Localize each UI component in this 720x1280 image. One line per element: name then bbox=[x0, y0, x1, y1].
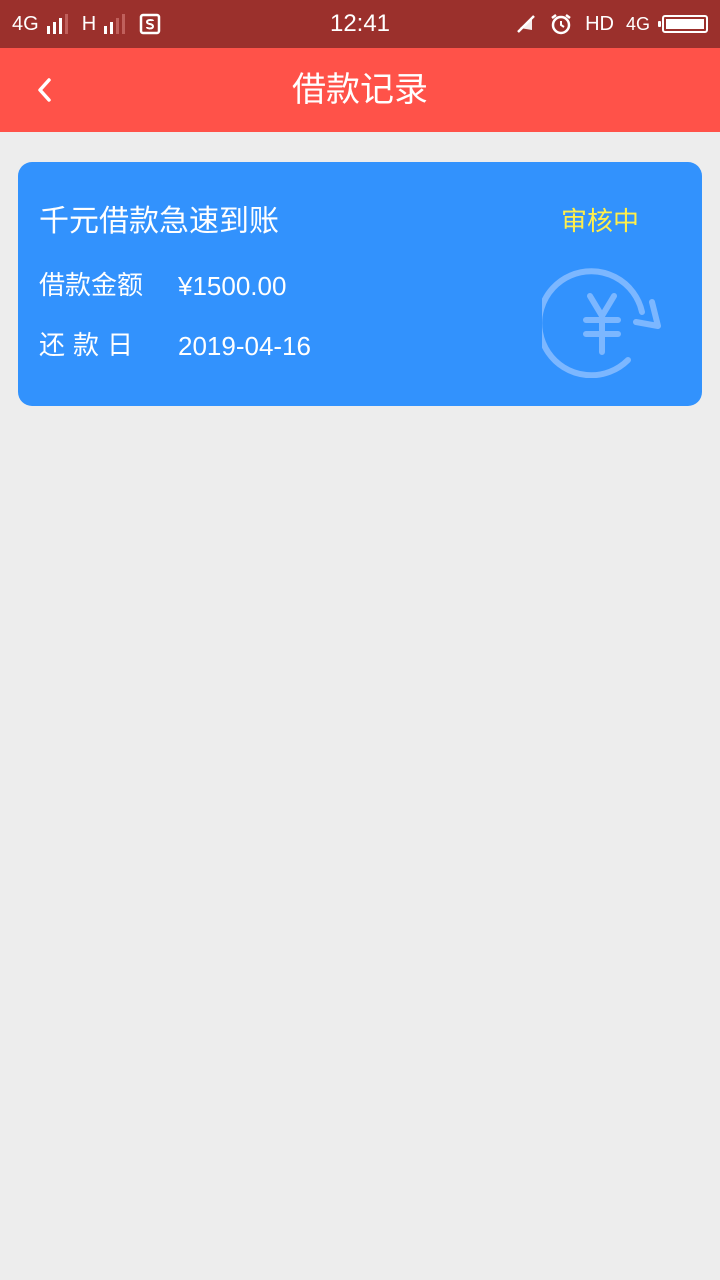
signal-icon-2 bbox=[104, 14, 126, 34]
alarm-icon bbox=[551, 14, 571, 35]
network-type-3: 4G bbox=[625, 13, 650, 34]
signal-icon bbox=[46, 14, 68, 34]
back-button[interactable] bbox=[20, 60, 68, 120]
sim-card-icon bbox=[139, 13, 161, 35]
due-date-value: 2019-04-16 bbox=[178, 331, 311, 361]
status-badge: 审核中 bbox=[561, 207, 640, 237]
network-type-2: H bbox=[81, 12, 97, 35]
loan-product-title: 千元借款急速到账 bbox=[39, 204, 279, 239]
amount-label: 借款金额 bbox=[39, 271, 144, 301]
title-bar: 借款记录 bbox=[0, 48, 720, 132]
hd-indicator: HD bbox=[585, 12, 614, 35]
mute-icon bbox=[517, 15, 535, 33]
status-right: HD 4G bbox=[515, 12, 708, 36]
yuan-refresh-icon bbox=[542, 268, 661, 378]
due-date-label: 还款日 bbox=[39, 331, 142, 361]
battery-icon bbox=[658, 15, 708, 33]
page-title: 借款记录 bbox=[292, 70, 428, 110]
back-arrow-icon bbox=[38, 78, 51, 102]
network-type-1: 4G bbox=[12, 12, 39, 35]
status-bar: 4G H 12:41 HD 4G bbox=[0, 0, 720, 48]
amount-value: ¥1500.00 bbox=[178, 271, 287, 301]
loan-record-card[interactable]: 千元借款急速到账 审核中 借款金额 ¥1500.00 还款日 2019-04-1… bbox=[18, 162, 702, 406]
status-left: 4G H bbox=[12, 13, 161, 36]
